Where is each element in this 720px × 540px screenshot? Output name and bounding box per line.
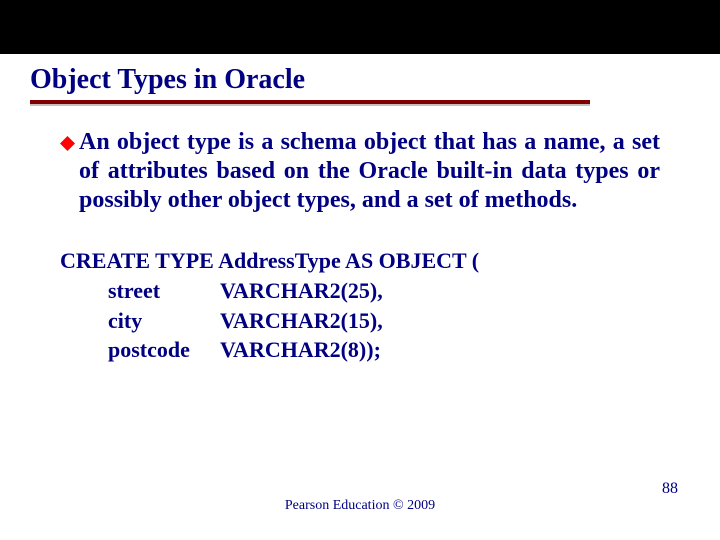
bullet-item: An object type is a schema object that h… [60,128,660,214]
slide-title: Object Types in Oracle [0,54,720,100]
page-number: 88 [662,480,678,498]
code-attr: street [60,276,220,306]
slide: Object Types in Oracle An object type is… [0,0,720,540]
code-attr: city [60,306,220,336]
slide-body: An object type is a schema object that h… [0,106,720,365]
code-block: CREATE TYPE AddressType AS OBJECT ( stre… [60,246,660,365]
body-paragraph: An object type is a schema object that h… [79,128,660,214]
code-attr: postcode [60,335,220,365]
code-type: VARCHAR2(25), [220,278,383,303]
top-black-bar [0,0,720,54]
code-line-row: cityVARCHAR2(15), [60,306,660,336]
footer-copyright: Pearson Education © 2009 [0,498,720,514]
code-line-row: postcodeVARCHAR2(8)); [60,335,660,365]
code-type: VARCHAR2(15), [220,308,383,333]
diamond-bullet-icon [60,136,75,151]
code-line-row: streetVARCHAR2(25), [60,276,660,306]
code-line-header: CREATE TYPE AddressType AS OBJECT ( [60,246,660,276]
code-type: VARCHAR2(8)); [220,337,381,362]
